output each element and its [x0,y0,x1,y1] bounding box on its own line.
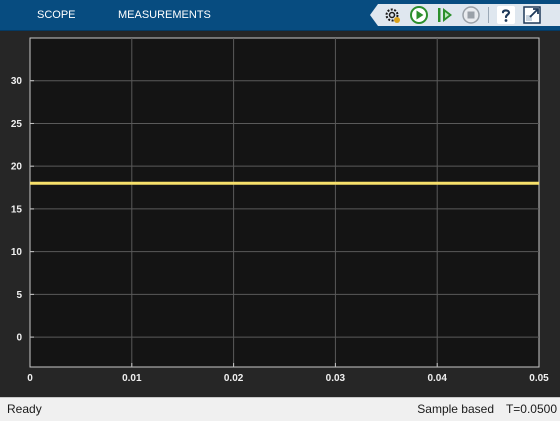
x-tick-label: 0.04 [427,373,447,384]
help-icon [497,6,515,24]
scope-display: 0 0.01 0.02 0.03 0.04 0.05 0 5 10 15 20 25 30 [0,31,560,396]
y-tick-label: 25 [11,119,23,130]
y-tick-label: 15 [11,204,23,215]
step-forward-icon [438,8,452,22]
stop-icon [462,6,480,24]
settings-icon [385,8,400,23]
stop-button[interactable] [460,4,482,26]
help-button[interactable] [495,4,517,26]
simulation-time: T=0.0500 [505,402,557,416]
x-tick-label: 0.03 [326,373,346,384]
tab-measurements[interactable]: MEASUREMENTS [118,0,211,30]
x-tick-label: 0.01 [122,373,142,384]
scope-chart[interactable]: 0 0.01 0.02 0.03 0.04 0.05 0 5 10 15 20 25 30 [0,31,560,396]
sample-mode-label: Sample based [417,402,494,416]
y-tick-label: 20 [11,162,23,173]
status-text: Ready [7,402,42,416]
y-tick-label: 5 [16,290,22,301]
x-tick-label: 0 [27,373,33,384]
x-tick-label: 0.02 [224,373,244,384]
y-tick-label: 30 [11,76,23,87]
y-tick-label: 0 [16,333,22,344]
step-forward-button[interactable] [434,4,456,26]
undock-button[interactable] [521,4,543,26]
run-icon [410,6,428,24]
tab-scope[interactable]: SCOPE [37,0,76,30]
y-tick-label: 10 [11,247,23,258]
x-tick-label: 0.05 [529,373,549,384]
toolbar-separator [488,7,489,23]
plot-axes [29,37,540,368]
scope-toolbar: SCOPE MEASUREMENTS [0,0,560,31]
run-button[interactable] [408,4,430,26]
settings-button[interactable] [381,4,403,26]
status-bar: Ready Sample based T=0.0500 [0,397,560,421]
undock-icon [523,6,541,24]
